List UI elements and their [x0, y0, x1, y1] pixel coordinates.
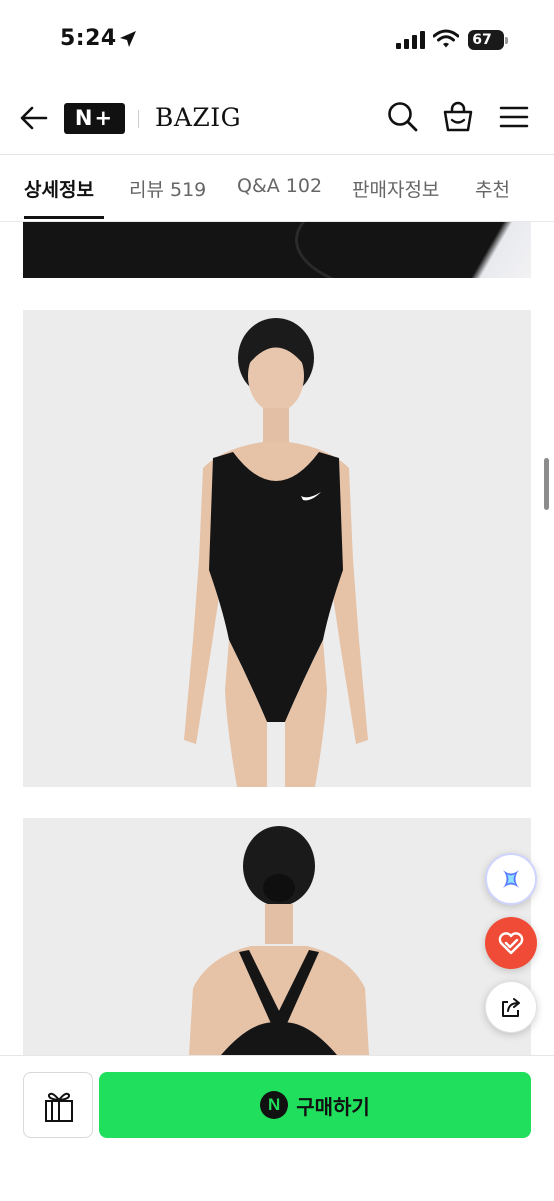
store-brand-name[interactable]: BAZIG: [155, 100, 241, 136]
naver-pay-badge: N: [260, 1091, 289, 1119]
app-header: N+ BAZIG: [0, 82, 554, 155]
wifi-icon: [433, 29, 459, 48]
scroll-indicator[interactable]: [544, 458, 549, 510]
fabric-edge-highlight: [471, 222, 531, 278]
product-detail-image-fabric: [23, 222, 531, 278]
buy-button-content: N 구매하기: [99, 1072, 531, 1138]
search-icon: [388, 102, 418, 132]
back-button[interactable]: [18, 104, 50, 132]
model-front-illustration: [23, 310, 531, 787]
search-button[interactable]: [386, 100, 420, 134]
battery-indicator: 67: [468, 30, 508, 50]
like-button[interactable]: [485, 917, 537, 969]
menu-button[interactable]: [498, 100, 532, 134]
tab-detail[interactable]: 상세정보: [24, 175, 94, 202]
shopping-basket-icon: [443, 101, 473, 132]
tab-qna[interactable]: Q&A 102: [237, 175, 322, 197]
hamburger-menu-icon: [499, 106, 529, 128]
buy-button[interactable]: N 구매하기: [99, 1072, 531, 1138]
product-tabs: 상세정보 리뷰 519 Q&A 102 판매자정보 추천: [0, 155, 554, 222]
tab-reviews[interactable]: 리뷰 519: [129, 175, 206, 202]
location-arrow-icon: [120, 31, 136, 47]
model-back-illustration: [23, 818, 531, 1055]
active-tab-indicator: [24, 216, 104, 219]
cart-button[interactable]: [441, 100, 475, 134]
product-photo-front: [23, 310, 531, 787]
gift-icon: [45, 1092, 73, 1122]
header-divider: [138, 110, 139, 128]
battery-level: 67: [472, 32, 492, 48]
naver-plus-logo[interactable]: N+: [64, 103, 125, 134]
status-time: 5:24: [60, 26, 117, 51]
buy-button-label: 구매하기: [296, 1094, 370, 1119]
product-photo-back: [23, 818, 531, 1055]
purchase-bar: N 구매하기: [0, 1055, 554, 1201]
arrow-left-icon: [20, 106, 48, 130]
ai-assistant-button[interactable]: [485, 853, 537, 905]
share-icon: [502, 998, 520, 1017]
cellular-signal-icon: [396, 31, 425, 49]
ai-sparkle-icon: [503, 870, 519, 888]
share-button[interactable]: [485, 981, 537, 1033]
tab-recommend[interactable]: 추천: [475, 175, 510, 202]
battery-tip: [505, 37, 508, 44]
gift-button[interactable]: [23, 1072, 93, 1138]
status-bar: 5:24 67: [0, 0, 554, 80]
tab-seller-info[interactable]: 판매자정보: [352, 175, 439, 202]
heart-check-icon: [498, 932, 524, 955]
